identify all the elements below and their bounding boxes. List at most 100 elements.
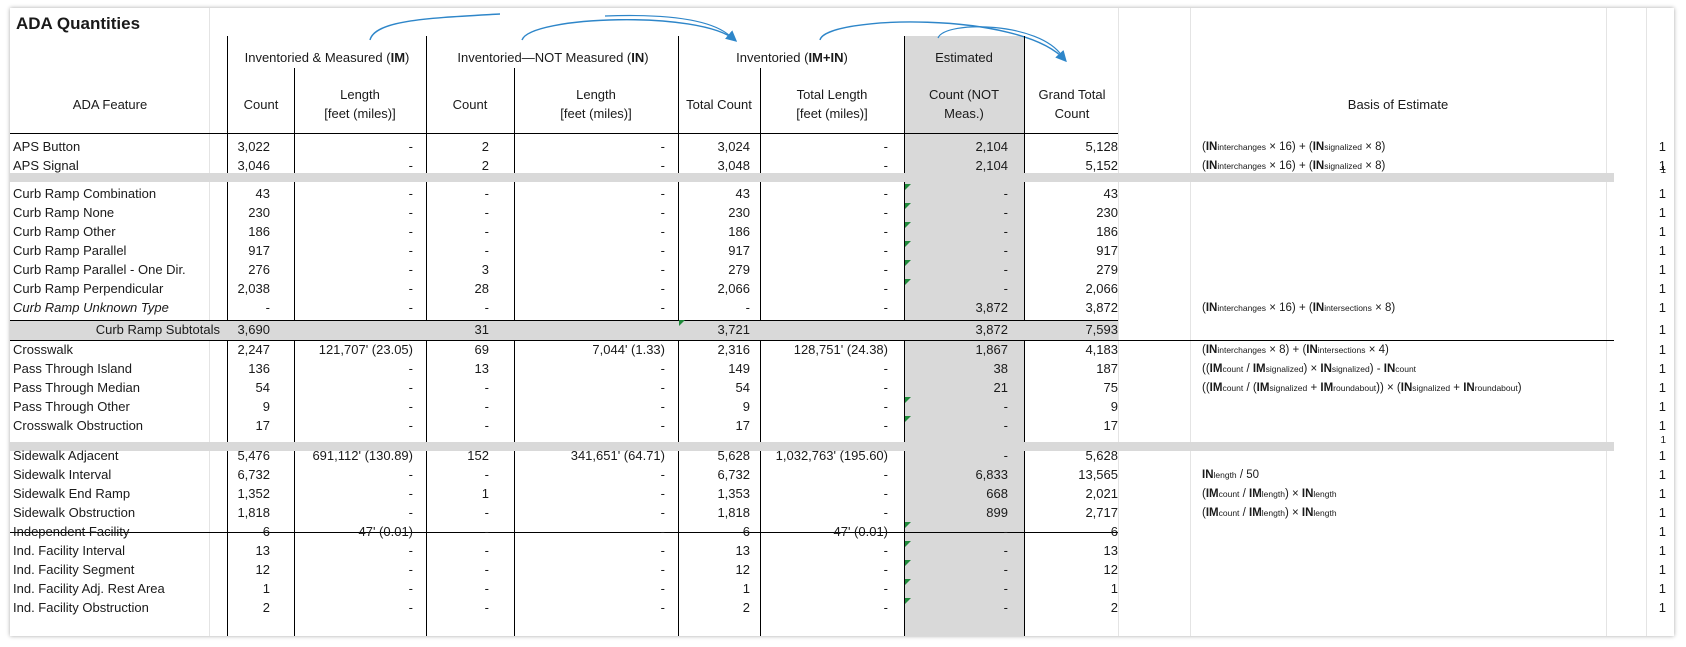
in-count-cell[interactable]: - xyxy=(426,298,489,318)
im-count-cell[interactable]: 136 xyxy=(230,359,270,379)
grand-total-cell[interactable]: 917 xyxy=(1032,241,1118,261)
total-length-cell[interactable]: - xyxy=(760,137,888,157)
basis-of-estimate-cell[interactable]: ((IMcount / (IMsignalized + IMroundabout… xyxy=(1202,378,1602,398)
im-length-cell[interactable]: - xyxy=(295,541,413,561)
feature-cell[interactable]: Crosswalk Obstruction xyxy=(13,416,143,436)
total-count-cell[interactable]: 917 xyxy=(678,241,750,261)
basis-of-estimate-cell[interactable] xyxy=(1202,446,1602,466)
feature-cell[interactable]: Curb Ramp Parallel - One Dir. xyxy=(13,260,186,280)
im-count-cell[interactable]: 43 xyxy=(230,184,270,204)
feature-cell[interactable]: Ind. Facility Interval xyxy=(13,541,125,561)
col-k-cell[interactable]: 1 xyxy=(1650,484,1666,504)
basis-of-estimate-cell[interactable]: (INinterchanges × 16) + (INsignalized × … xyxy=(1202,156,1602,176)
basis-of-estimate-cell[interactable] xyxy=(1202,560,1602,580)
im-length-cell[interactable]: - xyxy=(295,416,413,436)
in-length-cell[interactable]: - xyxy=(515,503,665,523)
im-length-cell[interactable]: 121,707' (23.05) xyxy=(295,340,413,360)
grand-total-cell[interactable]: 5,628 xyxy=(1032,446,1118,466)
grand-total-cell[interactable]: 2,021 xyxy=(1032,484,1118,504)
im-length-cell[interactable]: - xyxy=(295,465,413,485)
grand-total-cell[interactable]: 43 xyxy=(1032,184,1118,204)
basis-of-estimate-cell[interactable] xyxy=(1202,222,1602,242)
grand-total-cell[interactable]: 2 xyxy=(1032,598,1118,618)
col-k-cell[interactable]: 1 xyxy=(1650,203,1666,223)
estimated-count-cell[interactable]: 1,867 xyxy=(910,340,1008,360)
total-count-cell[interactable]: 279 xyxy=(678,260,750,280)
estimated-count-cell[interactable]: 2,104 xyxy=(910,156,1008,176)
feature-cell[interactable]: Curb Ramp None xyxy=(13,203,114,223)
in-count-cell[interactable]: - xyxy=(426,241,489,261)
total-count-cell[interactable]: 1,818 xyxy=(678,503,750,523)
basis-of-estimate-cell[interactable]: (INinterchanges × 16) + (INsignalized × … xyxy=(1202,137,1602,157)
total-count-cell[interactable]: 230 xyxy=(678,203,750,223)
in-count-cell[interactable]: 152 xyxy=(426,446,489,466)
in-length-cell[interactable]: - xyxy=(515,156,665,176)
total-length-cell[interactable]: 1,032,763' (195.60) xyxy=(760,446,888,466)
feature-cell[interactable]: Pass Through Median xyxy=(13,378,140,398)
im-count-cell[interactable]: 2 xyxy=(230,598,270,618)
total-length-cell[interactable]: - xyxy=(760,359,888,379)
basis-of-estimate-cell[interactable] xyxy=(1202,184,1602,204)
im-count-cell[interactable]: - xyxy=(230,298,270,318)
im-length-cell[interactable]: - xyxy=(295,137,413,157)
im-length-cell[interactable]: - xyxy=(295,184,413,204)
estimated-count-cell[interactable]: - xyxy=(910,397,1008,417)
in-length-cell[interactable]: - xyxy=(515,203,665,223)
in-length-cell[interactable]: - xyxy=(515,241,665,261)
im-count-cell[interactable]: 6,732 xyxy=(230,465,270,485)
col-k-cell[interactable]: 1 xyxy=(1650,241,1666,261)
grand-total-cell[interactable]: 5,152 xyxy=(1032,156,1118,176)
basis-of-estimate-cell[interactable] xyxy=(1202,598,1602,618)
total-count-cell[interactable]: 9 xyxy=(678,397,750,417)
grand-total-cell[interactable]: 13,565 xyxy=(1032,465,1118,485)
in-length-cell[interactable]: - xyxy=(515,137,665,157)
feature-cell[interactable]: Independent Facility xyxy=(13,522,129,542)
in-length-cell[interactable]: - xyxy=(515,416,665,436)
total-count-cell[interactable]: 43 xyxy=(678,184,750,204)
basis-of-estimate-cell[interactable]: (IMcount / IMlength) × INlength xyxy=(1202,503,1602,523)
im-length-cell[interactable]: - xyxy=(295,260,413,280)
total-count-cell[interactable]: 3,024 xyxy=(678,137,750,157)
in-length-cell[interactable]: 341,651' (64.71) xyxy=(515,446,665,466)
grand-total-cell[interactable]: 6 xyxy=(1032,522,1118,542)
basis-of-estimate-cell[interactable] xyxy=(1202,279,1602,299)
feature-cell[interactable]: Sidewalk End Ramp xyxy=(13,484,130,504)
in-count-cell[interactable]: - xyxy=(426,465,489,485)
in-count-cell[interactable]: - xyxy=(426,598,489,618)
im-length-cell[interactable] xyxy=(295,320,413,340)
in-length-cell[interactable]: - xyxy=(515,279,665,299)
in-count-cell[interactable]: 1 xyxy=(426,484,489,504)
estimated-count-cell[interactable]: 899 xyxy=(910,503,1008,523)
in-length-cell[interactable]: 7,044' (1.33) xyxy=(515,340,665,360)
total-count-cell[interactable]: 149 xyxy=(678,359,750,379)
total-count-cell[interactable]: 2 xyxy=(678,598,750,618)
feature-cell[interactable]: Curb Ramp Parallel xyxy=(13,241,126,261)
total-length-cell[interactable]: - xyxy=(760,184,888,204)
in-count-cell[interactable]: - xyxy=(426,397,489,417)
feature-cell[interactable]: APS Button xyxy=(13,137,80,157)
im-count-cell[interactable]: 917 xyxy=(230,241,270,261)
basis-of-estimate-cell[interactable] xyxy=(1202,541,1602,561)
total-count-cell[interactable]: 1 xyxy=(678,579,750,599)
im-count-cell[interactable]: 6 xyxy=(230,522,270,542)
feature-cell[interactable]: Sidewalk Interval xyxy=(13,465,111,485)
grand-total-cell[interactable]: 230 xyxy=(1032,203,1118,223)
im-length-cell[interactable]: - xyxy=(295,378,413,398)
in-count-cell[interactable]: - xyxy=(426,416,489,436)
in-length-cell[interactable]: - xyxy=(515,298,665,318)
grand-total-cell[interactable]: 3,872 xyxy=(1032,298,1118,318)
im-count-cell[interactable]: 9 xyxy=(230,397,270,417)
col-k-cell[interactable]: 1 xyxy=(1650,416,1666,436)
col-k-cell[interactable]: 1 xyxy=(1650,184,1666,204)
total-length-cell[interactable]: - xyxy=(760,541,888,561)
im-length-cell[interactable]: - xyxy=(295,279,413,299)
grand-total-cell[interactable]: 2,066 xyxy=(1032,279,1118,299)
col-k-cell[interactable]: 1 xyxy=(1650,541,1666,561)
total-count-cell[interactable]: 6 xyxy=(678,522,750,542)
im-count-cell[interactable]: 54 xyxy=(230,378,270,398)
total-count-cell[interactable]: 6,732 xyxy=(678,465,750,485)
grand-total-cell[interactable]: 187 xyxy=(1032,359,1118,379)
total-length-cell[interactable]: - xyxy=(760,298,888,318)
im-length-cell[interactable]: - xyxy=(295,203,413,223)
in-length-cell[interactable]: - xyxy=(515,560,665,580)
